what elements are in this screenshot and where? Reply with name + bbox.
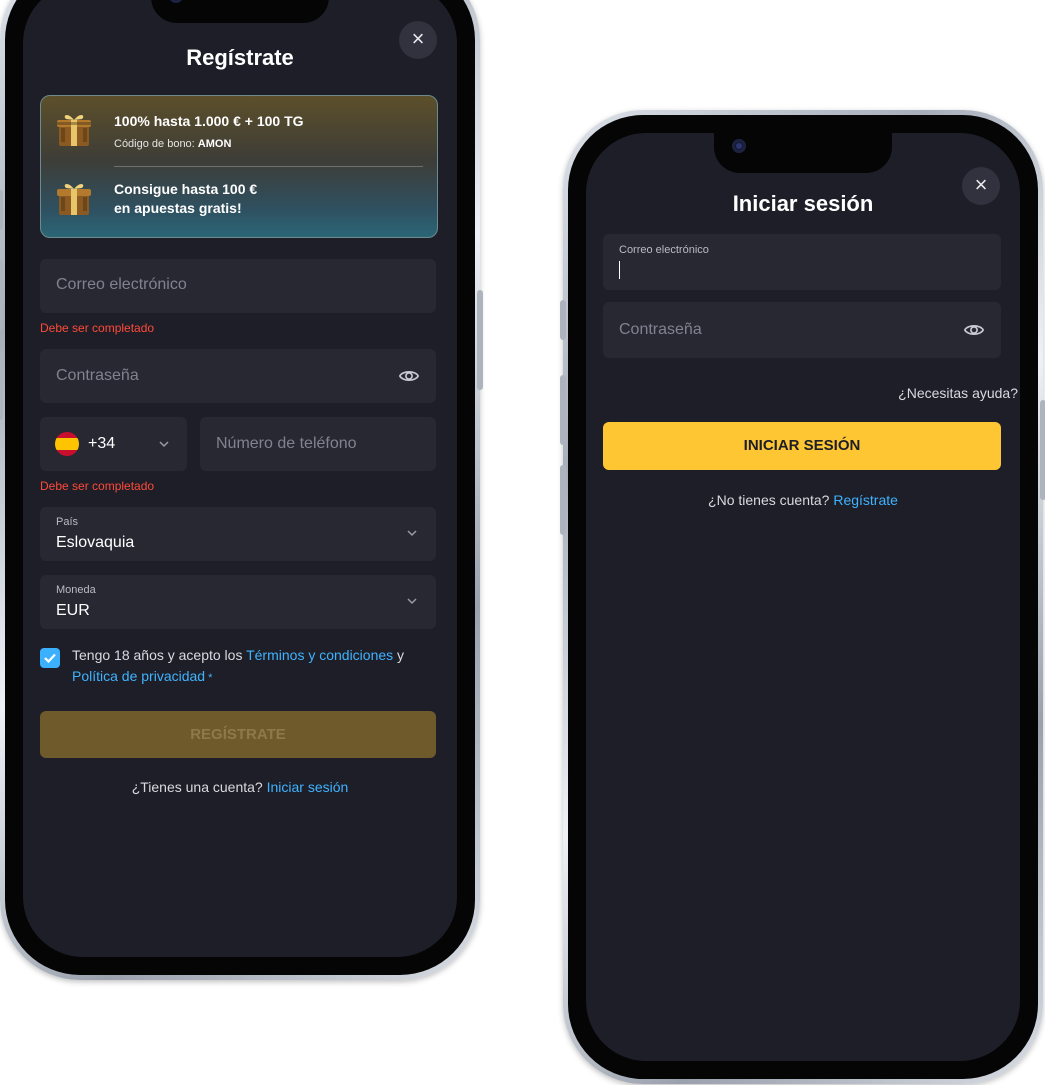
- chevron-down-icon: [407, 598, 417, 605]
- gift-box-icon: [57, 183, 91, 215]
- register-phone-frame: × Regístrate 100% hasta 1.000 € + 100 TG: [0, 0, 483, 980]
- email-label: Correo electrónico: [619, 244, 709, 256]
- side-button: [0, 350, 3, 420]
- notch: [151, 0, 329, 23]
- side-button: [0, 260, 3, 330]
- phone-code-value: +34: [88, 435, 116, 452]
- email-error: Debe ser completado: [40, 321, 155, 335]
- phone-error: Debe ser completado: [40, 479, 155, 493]
- terms-prefix: Tengo 18 años y acepto los: [72, 647, 247, 663]
- free-bets-text: Consigue hasta 100 € en apuestas gratis!: [114, 180, 257, 218]
- email-field[interactable]: Correo electrónico: [40, 259, 436, 313]
- text-cursor: [619, 261, 620, 279]
- free-bets-line2: en apuestas gratis!: [114, 200, 242, 216]
- terms-text: Tengo 18 años y acepto los Términos y co…: [72, 645, 432, 689]
- register-button[interactable]: REGÍSTRATE: [40, 711, 436, 758]
- currency-value: EUR: [56, 602, 90, 619]
- country-value: Eslovaquia: [56, 534, 135, 551]
- bonus-promo-card: 100% hasta 1.000 € + 100 TG Código de bo…: [40, 95, 438, 238]
- bonus-code-value: AMON: [197, 138, 232, 150]
- login-button[interactable]: INICIAR SESIÓN: [603, 422, 1001, 470]
- eye-icon[interactable]: [398, 365, 420, 387]
- side-button: [0, 190, 3, 230]
- page-title: Iniciar sesión: [732, 191, 874, 216]
- phone-number-placeholder: Número de teléfono: [216, 435, 357, 452]
- terms-checkbox[interactable]: [40, 648, 60, 668]
- register-screen: × Regístrate 100% hasta 1.000 € + 100 TG: [23, 0, 457, 957]
- divider: [114, 166, 423, 167]
- currency-select[interactable]: Moneda EUR: [40, 575, 436, 629]
- side-button: [560, 375, 566, 445]
- have-account-text: ¿Tienes una cuenta?: [131, 779, 267, 795]
- currency-label: Moneda: [56, 584, 96, 596]
- bonus-main-text: 100% hasta 1.000 € + 100 TG: [114, 113, 304, 129]
- camera-icon: [732, 139, 746, 153]
- chevron-down-icon: [159, 441, 169, 448]
- side-button: [1040, 400, 1045, 500]
- check-icon: [44, 653, 56, 664]
- no-account-line: ¿No tienes cuenta? Regístrate: [586, 492, 1020, 508]
- side-button: [477, 290, 483, 390]
- password-field[interactable]: Contraseña: [40, 349, 436, 403]
- password-placeholder: Contraseña: [56, 367, 139, 384]
- eye-icon[interactable]: [963, 319, 985, 341]
- login-screen: × Iniciar sesión Correo electrónico Cont…: [586, 133, 1020, 1061]
- have-account-line: ¿Tienes una cuenta? Iniciar sesión: [23, 779, 457, 795]
- side-button: [560, 300, 566, 340]
- side-button: [560, 465, 566, 535]
- no-account-text: ¿No tienes cuenta?: [708, 492, 834, 508]
- free-bets-line1: Consigue hasta 100 €: [114, 181, 258, 197]
- phone-bezel: × Iniciar sesión Correo electrónico Cont…: [568, 115, 1038, 1079]
- privacy-link[interactable]: Política de privacidad: [72, 668, 205, 684]
- country-select[interactable]: País Eslovaquia: [40, 507, 436, 561]
- notch: [714, 133, 892, 173]
- email-placeholder: Correo electrónico: [56, 276, 187, 293]
- password-field[interactable]: Contraseña: [603, 302, 1001, 358]
- register-button-label: REGÍSTRATE: [190, 726, 286, 743]
- phone-number-field[interactable]: Número de teléfono: [200, 417, 436, 471]
- terms-and: y: [393, 647, 405, 663]
- bonus-code-text: Código de bono: AMON: [114, 138, 231, 150]
- terms-link[interactable]: Términos y condiciones: [246, 647, 393, 663]
- gift-box-icon: [57, 114, 91, 146]
- required-mark: *: [205, 672, 213, 684]
- help-link[interactable]: ¿Necesitas ayuda?: [898, 385, 1018, 401]
- chevron-down-icon: [407, 530, 417, 537]
- register-link[interactable]: Regístrate: [833, 492, 898, 508]
- password-placeholder: Contraseña: [619, 321, 702, 338]
- spain-flag-icon: [55, 432, 79, 456]
- country-label: País: [56, 516, 79, 528]
- login-phone-frame: × Iniciar sesión Correo electrónico Cont…: [560, 110, 1045, 1084]
- email-field[interactable]: Correo electrónico: [603, 234, 1001, 290]
- login-button-label: INICIAR SESIÓN: [743, 437, 861, 454]
- bonus-code-label: Código de bono:: [114, 138, 198, 150]
- page-title: Regístrate: [186, 45, 294, 70]
- phone-bezel: × Regístrate 100% hasta 1.000 € + 100 TG: [5, 0, 475, 975]
- phone-code-select[interactable]: +34: [40, 417, 187, 471]
- camera-icon: [169, 0, 183, 3]
- login-link[interactable]: Iniciar sesión: [267, 779, 349, 795]
